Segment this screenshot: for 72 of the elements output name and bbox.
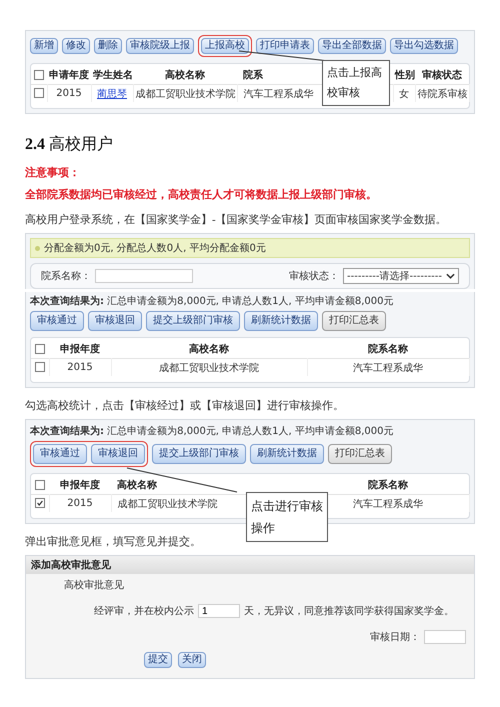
dialog-text: 弹出审批意见框，填写意见并提交。 bbox=[25, 534, 202, 549]
days-input[interactable]: 1 bbox=[198, 604, 240, 618]
toolbar-button[interactable]: 删除 bbox=[94, 38, 122, 54]
table-cell: 2015 bbox=[56, 88, 82, 99]
status-dropdown[interactable]: ---------请选择--------- bbox=[343, 268, 459, 284]
checkbox[interactable] bbox=[35, 344, 45, 354]
field-label: 院系名称： bbox=[41, 270, 91, 283]
section-heading: 2.4 高校用户 bbox=[25, 134, 114, 155]
step-text: 勾选高校统计，点击【审核经过】或【审核退回】进行审核操作。 bbox=[25, 398, 345, 413]
dialog-button[interactable]: 提交 bbox=[144, 652, 172, 668]
field-label: 审核状态： bbox=[289, 270, 340, 283]
column-header: 性别 bbox=[395, 70, 415, 81]
toolbar-button[interactable]: 导出全部数据 bbox=[318, 38, 386, 54]
result-summary: 本次查询结果为: 汇总申请金额为8,000元, 申请总人数1人, 平均申请金额8,000元 bbox=[30, 424, 395, 438]
table-cell: 女 bbox=[399, 88, 409, 100]
callout-box: 点击进行审核操作 bbox=[246, 492, 328, 542]
column-header: 学生姓名 bbox=[93, 70, 133, 81]
checkbox[interactable] bbox=[35, 480, 45, 490]
toolbar-button[interactable]: 修改 bbox=[62, 38, 90, 54]
date-input[interactable] bbox=[424, 630, 466, 644]
column-header: 院系 bbox=[243, 70, 263, 81]
intro-text: 高校用户登录系统，在【国家奖学金】-【国家奖学金审核】页面审核国家奖学金数据。 bbox=[25, 212, 448, 227]
dialog-title: 添加高校审批意见 bbox=[26, 556, 474, 574]
toolbar-button[interactable]: 打印申请表 bbox=[256, 38, 314, 54]
column-header: 院系名称 bbox=[368, 480, 408, 491]
action-button[interactable]: 审核通过 bbox=[30, 311, 84, 331]
action-button[interactable]: 审核退回 bbox=[91, 444, 145, 464]
opinion-text: 天，无异议，同意推荐该同学获得国家奖学金。 bbox=[244, 604, 454, 618]
column-header: 审核状态 bbox=[422, 70, 462, 81]
result-summary: 本次查询结果为: 汇总申请金额为8,000元, 申请总人数1人, 平均申请金额8,000元 bbox=[30, 294, 395, 308]
column-header: 高校名称 bbox=[189, 344, 229, 355]
info-dot-icon bbox=[35, 246, 40, 250]
table-cell: 成都工贸职业技术学院 bbox=[136, 88, 236, 100]
info-text: 分配金额为0元, 分配总人数0人, 平均分配金额0元 bbox=[44, 242, 266, 255]
notice-title: 注意事项： bbox=[25, 166, 81, 180]
dialog-button[interactable]: 关闭 bbox=[178, 652, 206, 668]
toolbar-button[interactable]: 审核院级上报 bbox=[126, 38, 194, 54]
toolbar-button[interactable]: 导出勾选数据 bbox=[390, 38, 458, 54]
toolbar-button[interactable]: 上报高校 bbox=[201, 38, 249, 54]
table-cell: 成都工贸职业技术学院 bbox=[118, 498, 218, 510]
callout-box: 点击上报高校审核 bbox=[322, 60, 390, 106]
notice-text: 全部院系数据均已审核经过，高校责任人才可将数据上报上级部门审核。 bbox=[25, 188, 378, 202]
opinion-text: 经评审，并在校内公示 bbox=[94, 604, 194, 618]
field-label: 审核日期： bbox=[370, 630, 420, 644]
column-header: 高校名称 bbox=[165, 70, 205, 81]
action-button[interactable]: 审核退回 bbox=[88, 311, 142, 331]
action-button[interactable]: 刷新统计数据 bbox=[244, 311, 318, 331]
chevron-down-icon bbox=[446, 273, 455, 279]
action-button[interactable]: 刷新统计数据 bbox=[250, 444, 324, 464]
checkbox[interactable] bbox=[34, 498, 45, 508]
column-header: 申报年度 bbox=[60, 480, 100, 491]
column-header: 申报年度 bbox=[60, 344, 100, 355]
table-cell: 汽车工程系成华 bbox=[353, 498, 423, 510]
table-cell: 待院系审核 bbox=[418, 88, 468, 100]
column-header: 申请年度 bbox=[49, 70, 89, 81]
student-name-link[interactable]: 蔺思琴 bbox=[97, 88, 127, 100]
table-cell: 成都工贸职业技术学院 bbox=[159, 362, 259, 374]
checkbox[interactable] bbox=[34, 362, 45, 372]
action-button[interactable]: 审核通过 bbox=[33, 444, 87, 464]
column-header: 高校名称 bbox=[117, 480, 157, 491]
action-button[interactable]: 提交上级部门审核 bbox=[152, 444, 246, 464]
table-cell: 汽车工程系成华 bbox=[244, 88, 314, 100]
toolbar-button[interactable]: 新增 bbox=[30, 38, 58, 54]
checkbox[interactable] bbox=[34, 88, 44, 98]
column-header: 院系名称 bbox=[368, 344, 408, 355]
table-cell: 2015 bbox=[67, 362, 93, 373]
department-input[interactable] bbox=[95, 269, 193, 283]
section-label: 高校审批意见 bbox=[63, 578, 125, 592]
table-cell: 汽车工程系成华 bbox=[353, 362, 423, 374]
checkbox[interactable] bbox=[34, 70, 44, 80]
action-button[interactable]: 提交上级部门审核 bbox=[146, 311, 240, 331]
table-cell: 2015 bbox=[67, 498, 93, 509]
